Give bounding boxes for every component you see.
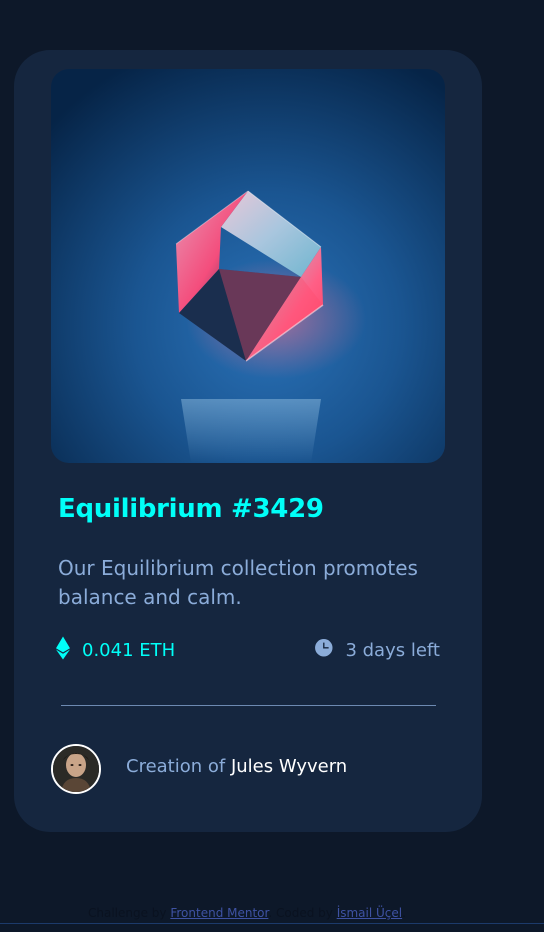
- attribution: Challenge by Frontend Mentor. Coded by İ…: [88, 906, 406, 920]
- equilibrium-image[interactable]: [51, 69, 445, 463]
- nft-card: Equilibrium #3429 Our Equilibrium collec…: [14, 50, 482, 832]
- time-left: 3 days left: [345, 639, 440, 661]
- nft-title[interactable]: Equilibrium #3429: [58, 494, 324, 524]
- creator-name-link[interactable]: Jules Wyvern: [231, 756, 347, 777]
- clock-icon: [315, 639, 333, 661]
- creator-line: Creation of Jules Wyvern: [126, 756, 347, 777]
- page: Equilibrium #3429 Our Equilibrium collec…: [0, 0, 544, 932]
- creator-prefix: Creation of: [126, 756, 226, 777]
- frontend-mentor-link[interactable]: Frontend Mentor: [170, 906, 268, 920]
- attribution-prefix: Challenge by: [88, 906, 167, 920]
- ethereum-icon: [56, 636, 70, 664]
- divider: [61, 705, 436, 706]
- attribution-separator: . Coded by: [268, 906, 333, 920]
- time-info: 3 days left: [315, 636, 440, 664]
- nft-description: Our Equilibrium collection promotes bala…: [58, 556, 418, 609]
- price-info: 0.041 ETH: [56, 636, 175, 664]
- bottom-border: [0, 923, 544, 924]
- author-link[interactable]: İsmail Üçel: [337, 906, 402, 920]
- avatar: [51, 744, 101, 794]
- price-value: 0.041 ETH: [82, 639, 176, 661]
- attribution-suffix: .: [402, 906, 406, 920]
